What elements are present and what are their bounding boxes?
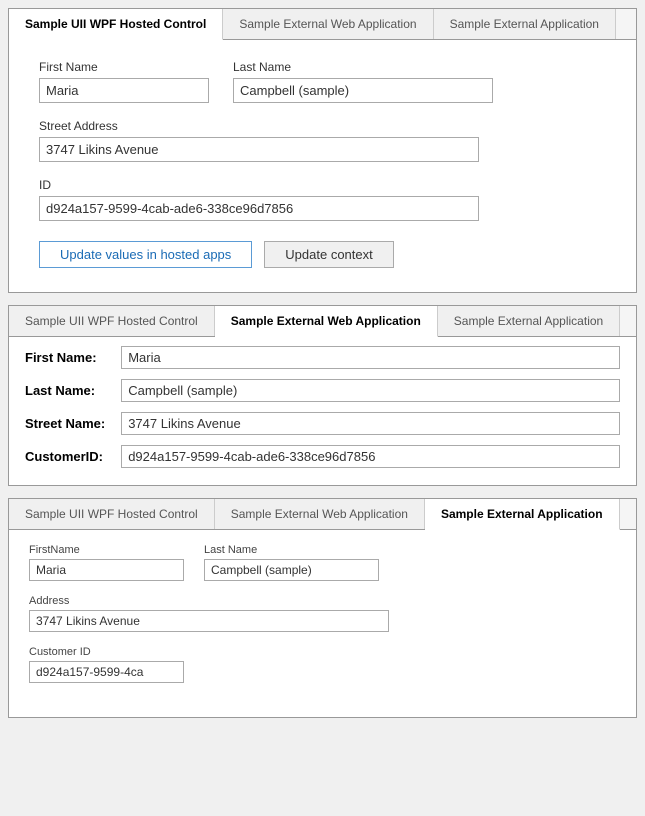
- first-name-group: First Name: [39, 60, 209, 103]
- p3-lastname-group: Last Name: [204, 544, 379, 581]
- panel-3-id-row: Customer ID: [29, 646, 616, 683]
- panel-2-table: First Name: Last Name: Street Name:: [17, 341, 628, 473]
- panel-1-street-row: Street Address: [39, 119, 606, 162]
- first-name-input[interactable]: [39, 78, 209, 103]
- panel-1: Sample UII WPF Hosted Control Sample Ext…: [8, 8, 637, 293]
- p3-customerid-label: Customer ID: [29, 646, 184, 658]
- panel-3-address-row: Address: [29, 595, 616, 632]
- panel-3: Sample UII WPF Hosted Control Sample Ext…: [8, 498, 637, 718]
- tab-3-wpf[interactable]: Sample UII WPF Hosted Control: [9, 499, 215, 529]
- last-name-label: Last Name: [233, 60, 493, 74]
- panel-3-name-row: FirstName Last Name: [29, 544, 616, 581]
- panel-2-tab-bar: Sample UII WPF Hosted Control Sample Ext…: [9, 306, 636, 337]
- table-row: Last Name:: [17, 374, 628, 407]
- panel-3-tab-bar: Sample UII WPF Hosted Control Sample Ext…: [9, 499, 636, 530]
- tab-1-ext[interactable]: Sample External Application: [434, 9, 616, 39]
- p3-address-group: Address: [29, 595, 389, 632]
- last-name-group: Last Name: [233, 60, 493, 103]
- table-row: CustomerID:: [17, 440, 628, 473]
- p2-lastname-input[interactable]: [121, 379, 620, 402]
- p2-firstname-input[interactable]: [121, 346, 620, 369]
- row-value-lastname: [113, 374, 628, 407]
- panel-1-button-row: Update values in hosted apps Update cont…: [39, 241, 606, 268]
- tab-2-ext[interactable]: Sample External Application: [438, 306, 620, 336]
- tab-2-web[interactable]: Sample External Web Application: [215, 306, 438, 337]
- panel-2-content: First Name: Last Name: Street Name:: [9, 337, 636, 485]
- id-group: ID: [39, 178, 479, 221]
- panel-1-content: First Name Last Name Street Address ID U…: [9, 40, 636, 292]
- table-row: First Name:: [17, 341, 628, 374]
- street-address-label: Street Address: [39, 119, 479, 133]
- panel-1-name-row: First Name Last Name: [39, 60, 606, 103]
- p2-customerid-input[interactable]: [121, 445, 620, 468]
- p2-street-input[interactable]: [121, 412, 620, 435]
- panel-1-id-row: ID: [39, 178, 606, 221]
- tab-3-web[interactable]: Sample External Web Application: [215, 499, 425, 529]
- panel-2: Sample UII WPF Hosted Control Sample Ext…: [8, 305, 637, 486]
- row-label-firstname: First Name:: [17, 341, 113, 374]
- p3-firstname-label: FirstName: [29, 544, 184, 556]
- p3-customerid-input[interactable]: [29, 661, 184, 683]
- update-hosted-button[interactable]: Update values in hosted apps: [39, 241, 252, 268]
- row-label-street: Street Name:: [17, 407, 113, 440]
- first-name-label: First Name: [39, 60, 209, 74]
- row-label-lastname: Last Name:: [17, 374, 113, 407]
- update-context-button[interactable]: Update context: [264, 241, 393, 268]
- p3-lastname-input[interactable]: [204, 559, 379, 581]
- row-value-street: [113, 407, 628, 440]
- street-address-group: Street Address: [39, 119, 479, 162]
- p3-address-input[interactable]: [29, 610, 389, 632]
- id-label: ID: [39, 178, 479, 192]
- tab-1-web[interactable]: Sample External Web Application: [223, 9, 433, 39]
- id-input[interactable]: [39, 196, 479, 221]
- street-address-input[interactable]: [39, 137, 479, 162]
- panel-1-tab-bar: Sample UII WPF Hosted Control Sample Ext…: [9, 9, 636, 40]
- row-label-customerid: CustomerID:: [17, 440, 113, 473]
- p3-address-label: Address: [29, 595, 389, 607]
- tab-3-ext[interactable]: Sample External Application: [425, 499, 620, 530]
- p3-firstname-input[interactable]: [29, 559, 184, 581]
- panel-3-content: FirstName Last Name Address Customer ID: [9, 530, 636, 717]
- p3-customerid-group: Customer ID: [29, 646, 184, 683]
- tab-2-wpf[interactable]: Sample UII WPF Hosted Control: [9, 306, 215, 336]
- table-row: Street Name:: [17, 407, 628, 440]
- last-name-input[interactable]: [233, 78, 493, 103]
- p3-lastname-label: Last Name: [204, 544, 379, 556]
- row-value-firstname: [113, 341, 628, 374]
- row-value-customerid: [113, 440, 628, 473]
- tab-1-wpf[interactable]: Sample UII WPF Hosted Control: [9, 9, 223, 40]
- p3-firstname-group: FirstName: [29, 544, 184, 581]
